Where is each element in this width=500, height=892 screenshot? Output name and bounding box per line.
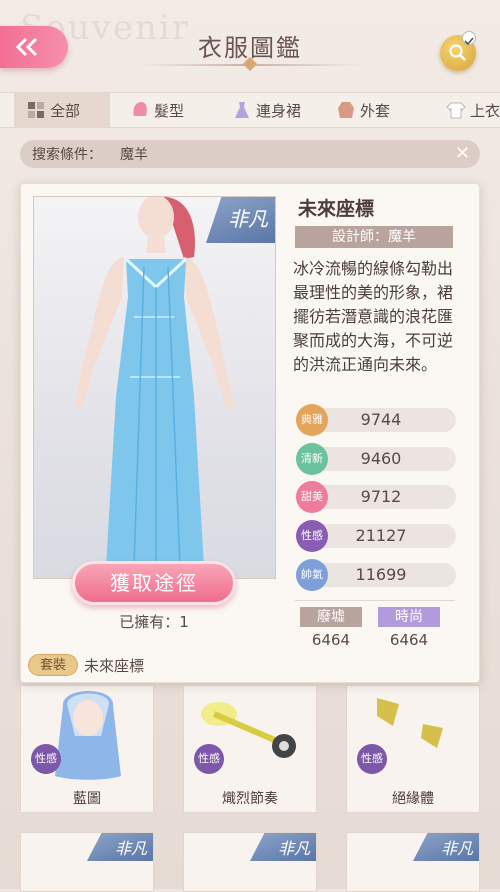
- attribute-label-fashion: 時尚: [378, 607, 440, 627]
- tab-top[interactable]: 上衣: [446, 93, 500, 127]
- grid-item-label: 藍圖: [73, 791, 101, 807]
- stat-row-sweet: 甜美 9712: [296, 481, 456, 513]
- stat-badge: 帥氣: [296, 559, 328, 591]
- stat-badge: 性感: [357, 744, 387, 774]
- rarity-tag: 非凡: [114, 839, 147, 858]
- designer-label: 設計師：魔羊: [295, 226, 453, 248]
- stat-badge: 性感: [296, 520, 328, 552]
- divider: [295, 600, 455, 601]
- dress-model-image: [74, 197, 234, 568]
- tab-label: 髮型: [154, 101, 185, 120]
- tab-dress[interactable]: 連身裙: [232, 93, 301, 127]
- filter-label: 搜索條件：: [32, 147, 102, 163]
- stat-badge: 甜美: [296, 481, 328, 513]
- stat-row-elegant: 典雅 9744: [296, 404, 456, 436]
- owned-count: 已擁有：1: [119, 613, 189, 631]
- grid-icon: [28, 102, 44, 118]
- category-tabs: 全部 髮型 連身裙 外套 上衣: [0, 92, 500, 128]
- attribute-value: 6464: [311, 631, 351, 649]
- tab-label: 上衣: [470, 101, 500, 120]
- dress-icon: [235, 102, 249, 118]
- tab-all[interactable]: 全部: [14, 93, 110, 127]
- tab-label: 全部: [50, 101, 81, 120]
- search-filter-bar[interactable]: 搜索條件： 魔羊 ✕: [20, 140, 480, 168]
- tab-label: 外套: [360, 101, 391, 120]
- stat-value: 9744: [360, 410, 402, 429]
- grid-item[interactable]: 非凡: [346, 832, 480, 892]
- attribute-value: 6464: [389, 631, 429, 649]
- stat-row-cool: 帥氣 11699: [296, 559, 456, 591]
- item-description: 冰冷流暢的線條勾勒出最理性的美的形象，裙擺彷若潛意識的浪花匯聚而成的大海，不可逆…: [293, 259, 454, 374]
- stat-row-sexy: 性感 21127: [296, 520, 456, 552]
- grid-item[interactable]: 非凡: [183, 832, 317, 892]
- top-icon: [446, 102, 466, 119]
- tab-label: 連身裙: [256, 101, 302, 120]
- stat-badge: 性感: [194, 744, 224, 774]
- coat-icon: [338, 102, 354, 118]
- rarity-tag: 非凡: [440, 839, 473, 858]
- grid-item-insulator[interactable]: 性感 絕緣體: [346, 685, 480, 813]
- attribute-label-ruins: 廢墟: [300, 607, 362, 627]
- header: 衣服圖鑑: [0, 0, 500, 92]
- grid-item-blueprint[interactable]: 性感 藍圖: [20, 685, 154, 813]
- tab-hair[interactable]: 髮型: [130, 93, 184, 127]
- stat-badge: 清新: [296, 443, 328, 475]
- filter-value: 魔羊: [120, 147, 148, 163]
- grid-item[interactable]: 非凡: [20, 832, 154, 892]
- check-icon: [462, 31, 476, 46]
- item-name: 未來座標: [298, 198, 375, 220]
- rarity-tag: 非凡: [277, 839, 310, 858]
- suit-tag: 套裝: [28, 654, 78, 676]
- item-preview: 非凡: [33, 196, 276, 579]
- clear-filter-button[interactable]: ✕: [455, 143, 470, 164]
- stat-badge: 性感: [31, 744, 61, 774]
- acquire-route-button[interactable]: 獲取途徑: [72, 561, 236, 605]
- stat-value: 9460: [360, 449, 402, 468]
- grid-item-fiery-rhythm[interactable]: 性感 熾烈節奏: [183, 685, 317, 813]
- stat-value: 21127: [355, 526, 407, 545]
- grid-item-label: 熾烈節奏: [222, 791, 278, 807]
- stat-value: 11699: [355, 565, 407, 584]
- stat-badge: 典雅: [296, 404, 328, 436]
- tab-coat[interactable]: 外套: [336, 93, 390, 127]
- grid-item-label: 絕緣體: [392, 791, 434, 807]
- stat-value: 9712: [360, 487, 402, 506]
- stat-row-fresh: 清新 9460: [296, 443, 456, 475]
- suit-name[interactable]: 未來座標: [84, 655, 144, 676]
- hair-icon: [133, 102, 147, 116]
